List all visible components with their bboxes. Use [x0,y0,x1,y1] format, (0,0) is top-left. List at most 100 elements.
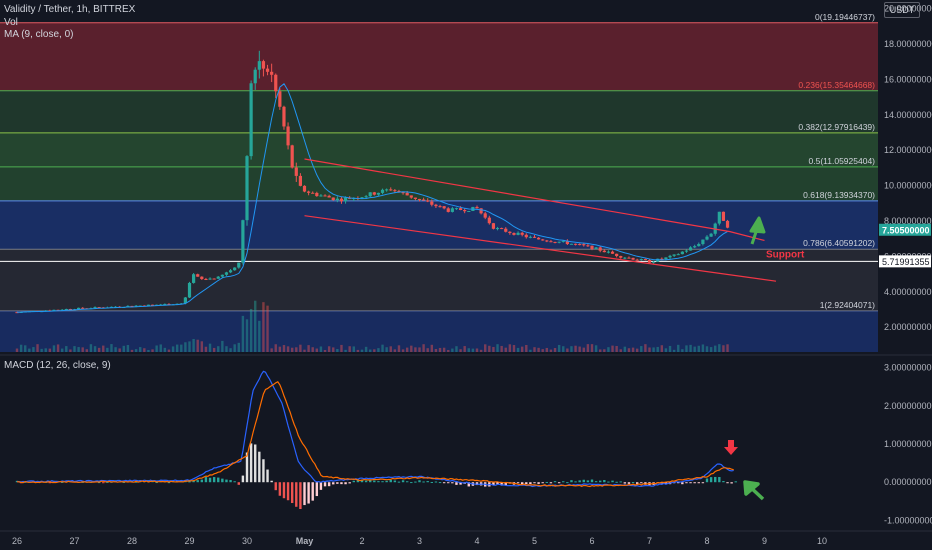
macd-axis-label: -1.00000000 [884,515,932,525]
macd-histogram-bar [225,479,228,483]
candle-body [528,236,532,238]
macd-histogram-bar [364,480,368,483]
candle-body [438,206,442,208]
macd-histogram-bar [533,482,536,484]
volume-bar [102,345,105,352]
macd-histogram-bar [545,481,549,483]
fib-level-label: 0.618(9.13934370) [803,190,875,200]
macd-histogram-bar [348,482,351,484]
fib-level-label: 0.786(6.40591202) [803,238,875,248]
macd-histogram-bar [221,478,224,483]
candle-body [578,244,582,246]
price-axis-label: 4.00000000 [884,287,932,297]
candle-body [652,261,656,263]
volume-bar [89,344,93,352]
volume-bar [147,349,150,352]
candle-body [323,195,327,197]
volume-bar [73,346,76,352]
macd-histogram-bar [249,443,253,483]
volume-bar [200,341,204,352]
candle-body [537,237,541,240]
candle-body [467,210,471,212]
volume-bar [414,347,417,352]
volume-bar [319,346,323,352]
volume-bar [266,305,269,352]
macd-histogram-bar [709,477,713,483]
macd-histogram-bar [332,482,335,485]
currency-badge[interactable]: USDT [884,2,920,18]
volume-bar [307,345,310,352]
volume-bar [393,349,397,352]
volume-bar [373,349,376,352]
volume-bar [278,346,282,352]
chart-canvas[interactable]: 0(19.19446737) 0.236(15.35464668) 0.382(12… [0,0,932,550]
support-label: Support [766,249,805,260]
volume-bar [188,341,191,352]
volume-bar [537,347,540,352]
volume-bar [249,308,253,352]
volume-bar [299,344,302,352]
volume-bar [705,346,709,352]
candle-body [684,250,689,252]
macd-histogram-bar [582,479,585,483]
candle-body [487,217,491,224]
macd-histogram-bar [233,481,236,483]
candle-body [327,195,331,198]
macd-histogram-bar [200,479,204,483]
volume-bar [520,346,524,352]
fib-level-label: 0.382(12.97916439) [798,122,875,132]
volume-bar [410,345,413,352]
volume-bar [516,347,520,352]
volume-bar [77,347,80,352]
candle-body [643,259,647,261]
candle-body [635,259,639,261]
volume-bar [479,349,483,352]
volume-bar [163,347,167,352]
last-price-value: 7.50500000 [882,225,930,235]
price-axis-label: 18.00000000 [884,39,932,49]
volume-bar [15,348,19,352]
macd-histogram-bar [516,482,520,484]
candle-body [504,228,508,232]
candle-body [450,208,454,212]
volume-bar [685,345,688,352]
volume-bar [56,344,60,352]
volume-bar [594,345,598,352]
time-axis-label: 10 [817,536,827,546]
volume-legend: Vol [4,17,18,28]
candle-body [417,198,422,200]
macd-histogram-bar [619,481,622,483]
candle-body [549,241,553,243]
volume-bar [426,348,429,352]
macd-histogram-bar [303,482,306,506]
macd-histogram-bar [541,482,544,484]
candle-body [623,257,627,259]
volume-bar [270,348,273,352]
candle-body [405,192,409,196]
macd-histogram-bar [442,482,446,484]
macd-histogram-bar [570,480,573,483]
volume-bar [32,347,35,352]
macd-histogram-bar [262,459,265,483]
candle-body [315,192,319,197]
volume-bar [274,344,277,352]
macd-histogram-bar [537,482,540,484]
candle-body [368,192,372,197]
candle-body [290,145,294,168]
macd-histogram-bar [217,477,220,483]
macd-histogram-bar [266,469,269,483]
candle-body [701,239,705,245]
macd-histogram-bar [718,477,721,483]
volume-bar [397,345,401,352]
volume-bar [237,342,240,352]
macd-histogram-bar [397,481,401,483]
volume-bar [233,344,236,352]
candle-body [545,240,549,242]
volume-bar [344,349,347,352]
candle-body [253,69,257,84]
volume-bar [496,344,499,352]
volume-bar [348,346,351,352]
macd-histogram-bar [393,480,397,483]
volume-bar [627,348,631,352]
macd-histogram-bar [319,482,323,490]
